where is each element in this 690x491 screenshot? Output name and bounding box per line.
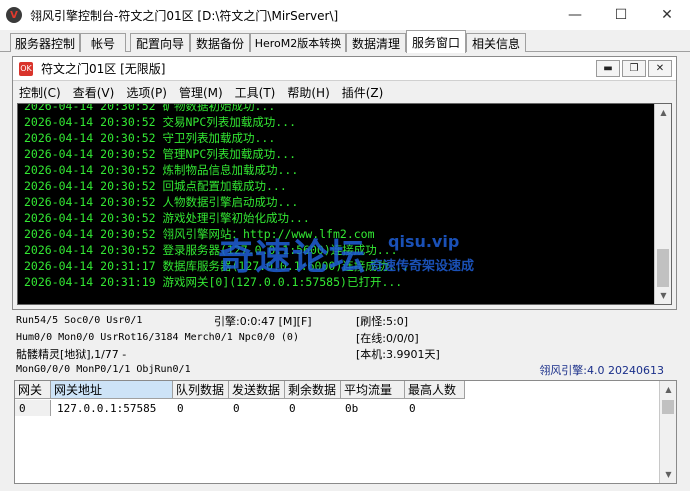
log-console[interactable]: 2026-04-14 20:30:52 矿物数据初始成功... 2026-04-… — [17, 103, 672, 305]
status-panel: Run54/5 Soc0/0 Usr0/1 引擎:0:0:47 [M][F] [… — [0, 312, 690, 378]
table-cell: 0 — [177, 401, 184, 415]
table-cell: 0 — [289, 401, 296, 415]
scroll-down-icon[interactable]: ▼ — [655, 287, 671, 304]
menu-options[interactable]: 选项(P) — [126, 84, 167, 101]
inner-close-button[interactable]: ✕ — [648, 60, 672, 77]
log-line: 2026-04-14 20:30:52 回城点配置加载成功... — [24, 179, 287, 193]
menu-control[interactable]: 控制(C) — [19, 84, 61, 101]
column-header[interactable]: 平均流量 — [341, 381, 405, 399]
inner-window-titlebar: OK 符文之门01区 [无限版] ▬ ❐ ✕ — [13, 57, 676, 81]
window-titlebar: V 翎风引擎控制台-符文之门01区 [D:\符文之门\MirServer\] —… — [0, 0, 690, 30]
table-cell: 0 — [409, 401, 416, 415]
status-local: [本机:3.9901天] — [356, 348, 440, 361]
status-engine: 引擎:0:0:47 [M][F] — [214, 315, 312, 328]
log-line: 2026-04-14 20:31:17 数据库服务器(127.0.0.1:600… — [24, 259, 410, 273]
menu-help[interactable]: 帮助(H) — [287, 84, 329, 101]
log-line: 2026-04-14 20:30:52 游戏处理引擎初始化成功... — [24, 211, 310, 225]
log-line: 2026-04-14 20:31:19 游戏网关[0](127.0.0.1:57… — [24, 275, 403, 289]
close-button[interactable]: ✕ — [644, 0, 690, 30]
log-line: 2026-04-14 20:30:52 交易NPC列表加载成功... — [24, 115, 297, 129]
gate-table[interactable]: 网关 网关地址 队列数据 发送数据 剩余数据 平均流量 最高人数 0 127.0… — [14, 380, 677, 484]
table-cell: 0 — [15, 400, 51, 416]
menu-bar: 控制(C) 查看(V) 选项(P) 管理(M) 工具(T) 帮助(H) 插件(Z… — [13, 81, 676, 103]
status-run: Run54/5 Soc0/0 Usr0/1 — [16, 315, 143, 326]
table-row[interactable]: 0 127.0.0.1:57585 0 0 0 0b 0 — [15, 400, 465, 416]
scroll-up-icon[interactable]: ▲ — [655, 104, 671, 121]
menu-tools[interactable]: 工具(T) — [235, 84, 276, 101]
engine-version: 翎风引擎:4.0 20240613 — [539, 364, 664, 377]
status-mon-gen: MonG0/0/0 MonP0/1/1 ObjRun0/1 — [16, 364, 191, 375]
status-monster: 骷髅精灵[地狱],1/77 - — [16, 348, 127, 361]
gate-table-scrollbar[interactable]: ▲ ▼ — [659, 381, 676, 483]
table-cell: 127.0.0.1:57585 — [57, 401, 157, 415]
log-line: 2026-04-14 20:30:52 登录服务器(127.0.0.1:5600… — [24, 243, 398, 257]
tab-data-cleanup[interactable]: 数据清理 — [346, 33, 406, 52]
status-online: [在线:0/0/0] — [356, 332, 419, 345]
column-header[interactable]: 网关 — [15, 381, 51, 399]
column-header[interactable]: 队列数据 — [173, 381, 229, 399]
menu-plugins[interactable]: 插件(Z) — [342, 84, 384, 101]
menu-manage[interactable]: 管理(M) — [179, 84, 223, 101]
tab-server-control[interactable]: 服务器控制 — [10, 33, 80, 52]
column-header[interactable]: 最高人数 — [405, 381, 465, 399]
inner-window-title: 符文之门01区 [无限版] — [41, 62, 166, 76]
column-header[interactable]: 发送数据 — [229, 381, 285, 399]
scroll-up-icon[interactable]: ▲ — [660, 381, 677, 398]
column-header[interactable]: 网关地址 — [51, 381, 173, 399]
gate-table-scroll-thumb[interactable] — [662, 400, 674, 414]
service-window: OK 符文之门01区 [无限版] ▬ ❐ ✕ 控制(C) 查看(V) 选项(P)… — [12, 56, 677, 310]
server-window-icon: OK — [19, 61, 33, 76]
tab-config-wizard[interactable]: 配置向导 — [130, 33, 190, 52]
tab-data-backup[interactable]: 数据备份 — [190, 33, 250, 52]
tab-herom2-convert[interactable]: HeroM2版本转换 — [250, 33, 346, 52]
status-refresh: [刷怪:5:0] — [356, 315, 408, 328]
log-line: 2026-04-14 20:30:52 翎风引擎网站：http://www.lf… — [24, 227, 375, 241]
column-header[interactable]: 剩余数据 — [285, 381, 341, 399]
window-title: 翎风引擎控制台-符文之门01区 [D:\符文之门\MirServer\] — [30, 8, 339, 23]
console-lines: 2026-04-14 20:30:52 矿物数据初始成功... 2026-04-… — [24, 103, 654, 290]
table-cell: 0b — [345, 401, 359, 415]
app-logo-icon: V — [6, 7, 22, 23]
log-line: 2026-04-14 20:30:52 矿物数据初始成功... — [24, 103, 276, 113]
tab-related-info[interactable]: 相关信息 — [466, 33, 526, 52]
tab-account[interactable]: 帐号 — [80, 33, 126, 52]
log-line: 2026-04-14 20:30:52 人物数据引擎启动成功... — [24, 195, 299, 209]
log-line: 2026-04-14 20:30:52 守卫列表加载成功... — [24, 131, 276, 145]
inner-restore-button[interactable]: ❐ — [622, 60, 646, 77]
console-scrollbar[interactable]: ▲ ▼ — [654, 104, 671, 304]
minimize-button[interactable]: — — [552, 0, 598, 30]
console-scroll-thumb[interactable] — [657, 249, 669, 287]
menu-view[interactable]: 查看(V) — [73, 84, 115, 101]
maximize-button[interactable]: ☐ — [598, 0, 644, 30]
status-hum: Hum0/0 Mon0/0 UsrRot16/3184 Merch0/1 Npc… — [16, 332, 299, 343]
inner-minimize-button[interactable]: ▬ — [596, 60, 620, 77]
main-tabs: 服务器控制 帐号 配置向导 数据备份 HeroM2版本转换 数据清理 服务窗口 … — [0, 30, 690, 53]
gate-table-header: 网关 网关地址 队列数据 发送数据 剩余数据 平均流量 最高人数 — [15, 381, 465, 399]
tab-service-window[interactable]: 服务窗口 — [406, 30, 466, 53]
table-cell: 0 — [233, 401, 240, 415]
log-line: 2026-04-14 20:30:52 炼制物品信息加载成功... — [24, 163, 299, 177]
scroll-down-icon[interactable]: ▼ — [660, 466, 677, 483]
log-line: 2026-04-14 20:30:52 管理NPC列表加载成功... — [24, 147, 297, 161]
